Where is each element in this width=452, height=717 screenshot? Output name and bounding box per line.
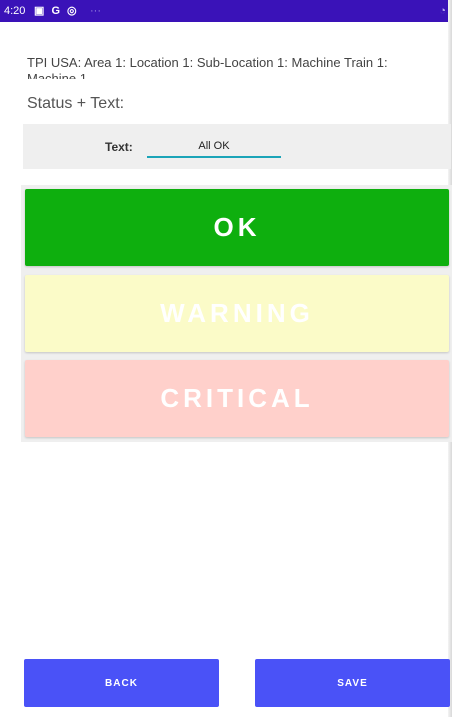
section-title: Status + Text: xyxy=(27,95,125,112)
ok-status-button[interactable]: OK xyxy=(25,189,449,266)
status-selector: OK WARNING CRITICAL xyxy=(21,185,452,442)
status-time: 4:20 xyxy=(4,5,26,17)
save-button[interactable]: SAVE xyxy=(255,659,450,707)
more-notifications-icon: ··· xyxy=(90,5,101,17)
text-entry-row: Text: xyxy=(23,124,451,169)
system-status-bar: 4:20 ▣ G ◎ ··· ◔ xyxy=(0,0,448,22)
critical-status-button[interactable]: CRITICAL xyxy=(25,360,449,437)
text-field-label: Text: xyxy=(105,140,133,154)
notification-icons: ▣ G ◎ xyxy=(34,5,79,17)
back-button[interactable]: BACK xyxy=(24,659,219,707)
warning-status-button[interactable]: WARNING xyxy=(25,275,449,352)
text-input[interactable] xyxy=(147,136,281,158)
breadcrumb: TPI USA: Area 1: Location 1: Sub-Locatio… xyxy=(27,55,388,79)
wifi-icon: ◔ xyxy=(439,5,446,17)
